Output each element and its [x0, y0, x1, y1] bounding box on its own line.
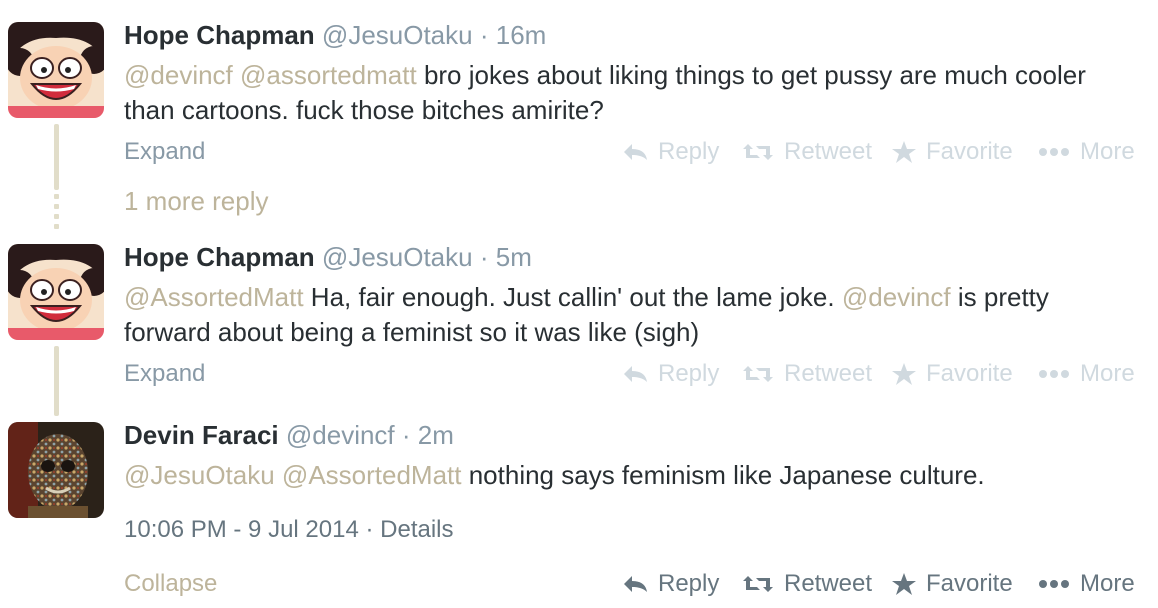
favorite-label: Favorite [926, 360, 1013, 387]
mention-link[interactable]: @AssortedMatt [282, 460, 462, 490]
reply-label: Reply [658, 138, 720, 165]
tweet-text: @devincf @assortedmatt bro jokes about l… [124, 58, 1124, 128]
mention-link[interactable]: @devincf [124, 60, 233, 90]
favorite-button[interactable]: Favorite [892, 357, 1013, 391]
reply-arrow-icon [624, 144, 647, 160]
ellipsis-icon [1039, 370, 1069, 378]
tweet-details: 10:06 PM - 9 Jul 2014 · Details [124, 516, 454, 544]
favorite-label: Favorite [926, 570, 1013, 597]
mention-link[interactable]: @devincf [842, 282, 951, 312]
ellipsis-icon [1039, 580, 1069, 588]
tweet-body: Ha, fair enough. Just callin' out the la… [310, 282, 835, 312]
tweet-actions: Collapse Reply Retweet Favorite More [124, 567, 1158, 601]
expand-link[interactable]: Expand [124, 357, 205, 391]
user-handle[interactable]: @JesuOtaku [322, 242, 473, 272]
retweet-label: Retweet [784, 570, 873, 597]
tweet-actions: Expand Reply Retweet Favorite More [124, 135, 1158, 169]
avatar[interactable] [8, 244, 104, 340]
more-label: More [1080, 360, 1135, 387]
collapse-link[interactable]: Collapse [124, 567, 217, 601]
user-name[interactable]: Hope Chapman [124, 242, 315, 272]
mention-link[interactable]: @AssortedMatt [124, 282, 304, 312]
user-name[interactable]: Hope Chapman [124, 20, 315, 50]
tweet[interactable]: Devin Faraci @devincf · 2m @JesuOtaku @A… [124, 420, 1158, 493]
reply-arrow-icon [624, 366, 647, 382]
retweet-arrows-icon [743, 366, 773, 382]
tweet-text: @AssortedMatt Ha, fair enough. Just call… [124, 280, 1124, 350]
details-link[interactable]: Details [380, 516, 453, 543]
user-handle[interactable]: @JesuOtaku [322, 20, 473, 50]
reply-arrow-icon [624, 576, 647, 592]
expand-link[interactable]: Expand [124, 135, 205, 169]
separator: · [365, 516, 374, 543]
more-label: More [1080, 138, 1135, 165]
retweet-button[interactable]: Retweet [742, 135, 872, 169]
user-name[interactable]: Devin Faraci [124, 420, 279, 450]
reply-button[interactable]: Reply [622, 357, 719, 391]
reply-button[interactable]: Reply [622, 135, 719, 169]
tweet-actions: Expand Reply Retweet Favorite More [124, 357, 1158, 391]
reply-button[interactable]: Reply [622, 567, 719, 601]
avatar[interactable] [8, 422, 104, 518]
tweet-header: Hope Chapman @JesuOtaku · 16m [124, 20, 1158, 50]
more-button[interactable]: More [1038, 567, 1135, 601]
ellipsis-icon [1039, 148, 1069, 156]
conversation-thread: Hope Chapman @JesuOtaku · 16m @devincf @… [0, 0, 1158, 608]
tweet-text: @JesuOtaku @AssortedMatt nothing says fe… [124, 458, 1124, 493]
retweet-button[interactable]: Retweet [742, 567, 872, 601]
more-button[interactable]: More [1038, 135, 1135, 169]
reply-label: Reply [658, 360, 720, 387]
tweet-body: nothing says feminism like Japanese cult… [468, 460, 985, 490]
more-label: More [1080, 570, 1135, 597]
separator: · [479, 20, 489, 50]
star-icon [892, 573, 916, 595]
retweet-label: Retweet [784, 138, 873, 165]
more-button[interactable]: More [1038, 357, 1135, 391]
thread-dots [54, 194, 59, 234]
tweet-timestamp[interactable]: 2m [418, 420, 454, 450]
favorite-label: Favorite [926, 138, 1013, 165]
star-icon [892, 363, 916, 385]
user-handle[interactable]: @devincf [286, 420, 395, 450]
star-icon [892, 141, 916, 163]
retweet-arrows-icon [743, 144, 773, 160]
separator: · [401, 420, 411, 450]
retweet-label: Retweet [784, 360, 873, 387]
tweet[interactable]: Hope Chapman @JesuOtaku · 5m @AssortedMa… [124, 242, 1158, 350]
favorite-button[interactable]: Favorite [892, 135, 1013, 169]
full-timestamp[interactable]: 10:06 PM - 9 Jul 2014 [124, 516, 359, 543]
mention-link[interactable]: @JesuOtaku [124, 460, 275, 490]
tweet-timestamp[interactable]: 5m [496, 242, 532, 272]
separator: · [479, 242, 489, 272]
favorite-button[interactable]: Favorite [892, 567, 1013, 601]
tweet-header: Devin Faraci @devincf · 2m [124, 420, 1158, 450]
reply-label: Reply [658, 570, 720, 597]
tweet[interactable]: Hope Chapman @JesuOtaku · 16m @devincf @… [124, 20, 1158, 128]
tweet-timestamp[interactable]: 16m [496, 20, 547, 50]
avatar[interactable] [8, 22, 104, 118]
more-replies-link[interactable]: 1 more reply [124, 186, 269, 217]
tweet-header: Hope Chapman @JesuOtaku · 5m [124, 242, 1158, 272]
thread-line [54, 346, 59, 416]
thread-line [54, 124, 59, 190]
mention-link[interactable]: @assortedmatt [240, 60, 417, 90]
retweet-button[interactable]: Retweet [742, 357, 872, 391]
retweet-arrows-icon [743, 576, 773, 592]
